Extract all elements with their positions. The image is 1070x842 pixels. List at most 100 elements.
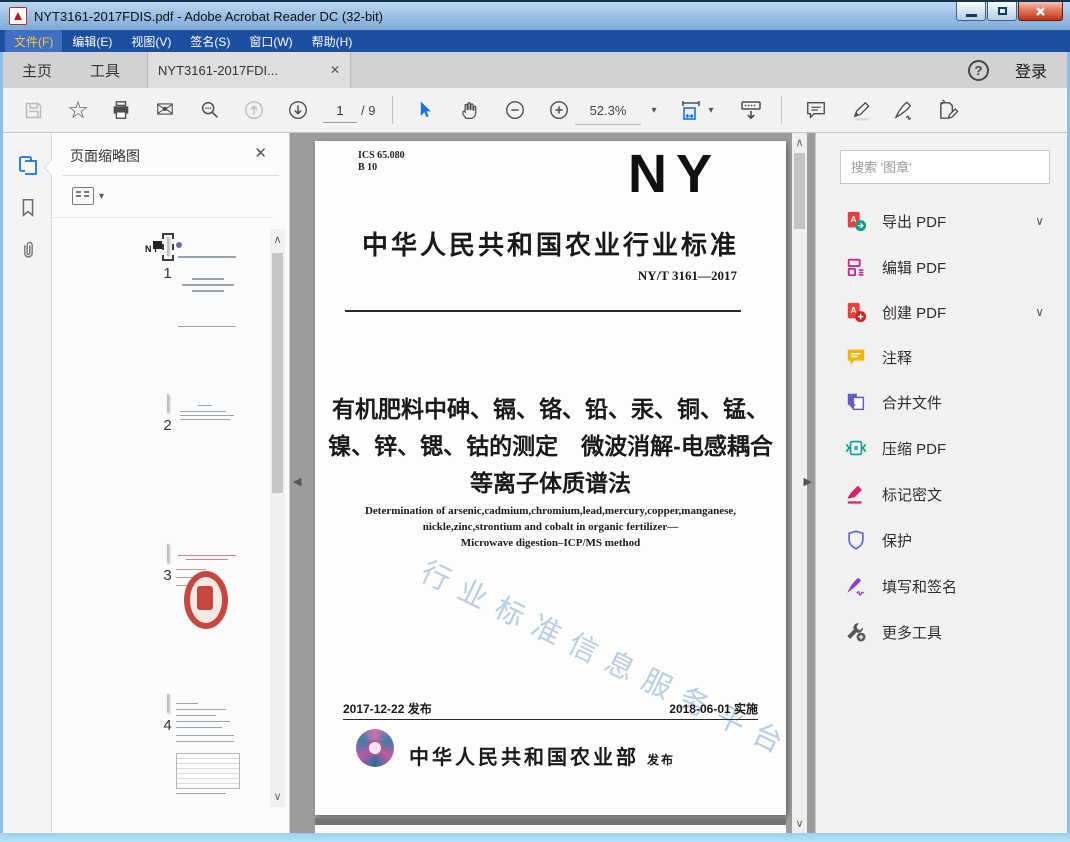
svg-text:A: A	[851, 306, 857, 315]
collapse-right-panel-icon[interactable]: ▶	[804, 475, 812, 488]
zoom-in-button[interactable]	[543, 88, 575, 132]
thumbnails-scrollbar[interactable]: ∧ ∨	[270, 229, 285, 807]
fit-width-caret-icon[interactable]: ▾	[703, 88, 719, 132]
page-down-icon	[289, 101, 307, 119]
toolbar-divider	[392, 96, 393, 124]
menu-view[interactable]: 视图(V)	[122, 30, 180, 53]
tool-redact[interactable]: 标记密文	[844, 479, 1054, 509]
thumbnail-image-2	[166, 394, 234, 420]
thumbnail-page-3[interactable]: 3	[120, 544, 236, 629]
comment-button[interactable]	[800, 88, 832, 132]
close-button[interactable]	[1018, 2, 1063, 21]
divider	[52, 217, 273, 218]
footer-rule	[343, 719, 758, 720]
thumbnail-page-1[interactable]: NY 1	[120, 233, 236, 327]
tab-home[interactable]: 主页	[3, 52, 71, 88]
minimize-button[interactable]	[956, 2, 986, 21]
page-up-icon	[245, 101, 263, 119]
page-thumbnails-icon	[19, 156, 37, 175]
print-icon	[113, 101, 129, 119]
scroll-up-icon[interactable]: ∧	[792, 136, 807, 149]
publish-label: 发布	[647, 753, 676, 767]
thumbnails-scrollbar-thumb[interactable]	[272, 253, 283, 493]
tool-edit-pdf[interactable]: 编辑 PDF	[844, 252, 1054, 282]
menu-edit[interactable]: 编辑(E)	[63, 30, 121, 53]
minimize-icon	[965, 13, 977, 17]
tab-tools[interactable]: 工具	[71, 52, 139, 88]
print-button[interactable]	[105, 88, 137, 132]
bookmarks-panel-button[interactable]	[15, 195, 41, 221]
bookmark-icon	[22, 198, 34, 218]
scroll-down-icon[interactable]: ∨	[270, 790, 285, 803]
thumbnail-page-4[interactable]: 4	[120, 694, 240, 794]
scroll-down-icon[interactable]: ∨	[792, 817, 807, 830]
reading-mode-button[interactable]	[735, 88, 767, 132]
menu-window[interactable]: 窗口(W)	[240, 30, 301, 53]
tool-compress-pdf[interactable]: 压缩 PDF	[844, 433, 1054, 463]
tool-combine-files[interactable]: 合并文件	[844, 387, 1054, 417]
zoom-out-button[interactable]	[499, 88, 531, 132]
close-icon	[1036, 6, 1045, 16]
tab-close-icon[interactable]: ✕	[330, 63, 340, 77]
collapse-left-panel-icon[interactable]: ◀	[293, 475, 301, 488]
search-button[interactable]	[194, 88, 226, 132]
zoom-out-icon	[506, 101, 524, 119]
favorites-star-button[interactable]: ☆	[62, 88, 94, 132]
zoom-caret-icon[interactable]: ▾	[644, 88, 664, 132]
menu-bar: 文件(F) 编辑(E) 视图(V) 签名(S) 窗口(W) 帮助(H)	[0, 29, 1070, 53]
thumbnails-options-button[interactable]: ▾	[72, 187, 104, 205]
tool-comment[interactable]: 注释	[844, 342, 1054, 372]
menu-sign[interactable]: 签名(S)	[181, 30, 239, 53]
ministry-seal	[356, 729, 394, 767]
page-thumbnails-panel-button[interactable]	[15, 153, 41, 179]
highlight-button[interactable]	[845, 88, 877, 132]
page-number-input[interactable]	[323, 99, 357, 123]
tab-document[interactable]: NYT3161-2017FDI... ✕	[147, 52, 352, 88]
expand-chevron-icon[interactable]: ∨	[1035, 214, 1044, 228]
window-bottom-border	[0, 833, 1070, 842]
select-tool-button[interactable]	[409, 88, 441, 132]
email-button[interactable]: ✉	[149, 88, 181, 132]
tools-search-input[interactable]	[840, 150, 1050, 184]
attachments-panel-button[interactable]	[15, 237, 41, 263]
stamp-button[interactable]	[932, 88, 964, 132]
implement-date: 2018-06-01 实施	[669, 702, 758, 716]
zoom-level-dropdown[interactable]: 52.3%	[575, 103, 641, 125]
save-button[interactable]	[17, 88, 49, 132]
tool-fill-sign[interactable]: 填写和签名	[844, 571, 1054, 601]
thumbnails-close-icon[interactable]: ✕	[254, 144, 267, 162]
page-count-label: / 9	[361, 103, 376, 118]
divider	[62, 175, 279, 176]
standard-title: 中华人民共和国农业行业标准	[361, 230, 739, 260]
help-icon[interactable]: ?	[967, 59, 989, 81]
sign-in-button[interactable]: 登录	[1015, 58, 1047, 82]
restore-button[interactable]	[987, 2, 1017, 21]
title-bar: NYT3161-2017FDIS.pdf - Adobe Acrobat Rea…	[0, 0, 1070, 30]
document-scrollbar-thumb[interactable]	[794, 153, 805, 229]
fill-sign-icon	[844, 574, 868, 598]
tool-export-pdf[interactable]: A 导出 PDF ∨	[844, 206, 1054, 236]
svg-text:A: A	[851, 215, 857, 224]
thumbnail-page-2[interactable]: 2	[120, 394, 234, 434]
pdf-page-2-edge	[315, 825, 786, 833]
highlighter-icon	[853, 101, 870, 120]
ics-code: ICS 65.080 B 10	[358, 150, 405, 173]
tool-protect[interactable]: 保护	[844, 525, 1054, 555]
menu-help[interactable]: 帮助(H)	[303, 30, 362, 53]
next-page-button[interactable]	[282, 88, 314, 132]
more-tools-icon	[844, 620, 868, 644]
issue-date: 2017-12-22 发布	[343, 702, 432, 716]
save-icon	[25, 102, 41, 118]
page-separator	[315, 818, 786, 825]
tab-bar: 主页 工具 NYT3161-2017FDI... ✕ ? 登录	[3, 52, 1067, 88]
hand-tool-button[interactable]	[453, 88, 485, 132]
expand-chevron-icon[interactable]: ∨	[1035, 305, 1044, 319]
tool-more-tools[interactable]: 更多工具	[844, 617, 1054, 647]
scroll-up-icon[interactable]: ∧	[270, 233, 285, 246]
thumbnails-panel: 页面缩略图 ✕ ▾ NY 1 2 3 4 ∧ ∨	[52, 133, 290, 833]
menu-file[interactable]: 文件(F)	[5, 29, 63, 53]
tool-create-pdf[interactable]: A 创建 PDF ∨	[844, 297, 1054, 327]
pdf-page-1: ICS 65.080 B 10 NY 中华人民共和国农业行业标准 NY/T 31…	[315, 141, 798, 815]
thumbnails-panel-title: 页面缩略图	[70, 148, 140, 164]
sign-button[interactable]	[888, 88, 920, 132]
